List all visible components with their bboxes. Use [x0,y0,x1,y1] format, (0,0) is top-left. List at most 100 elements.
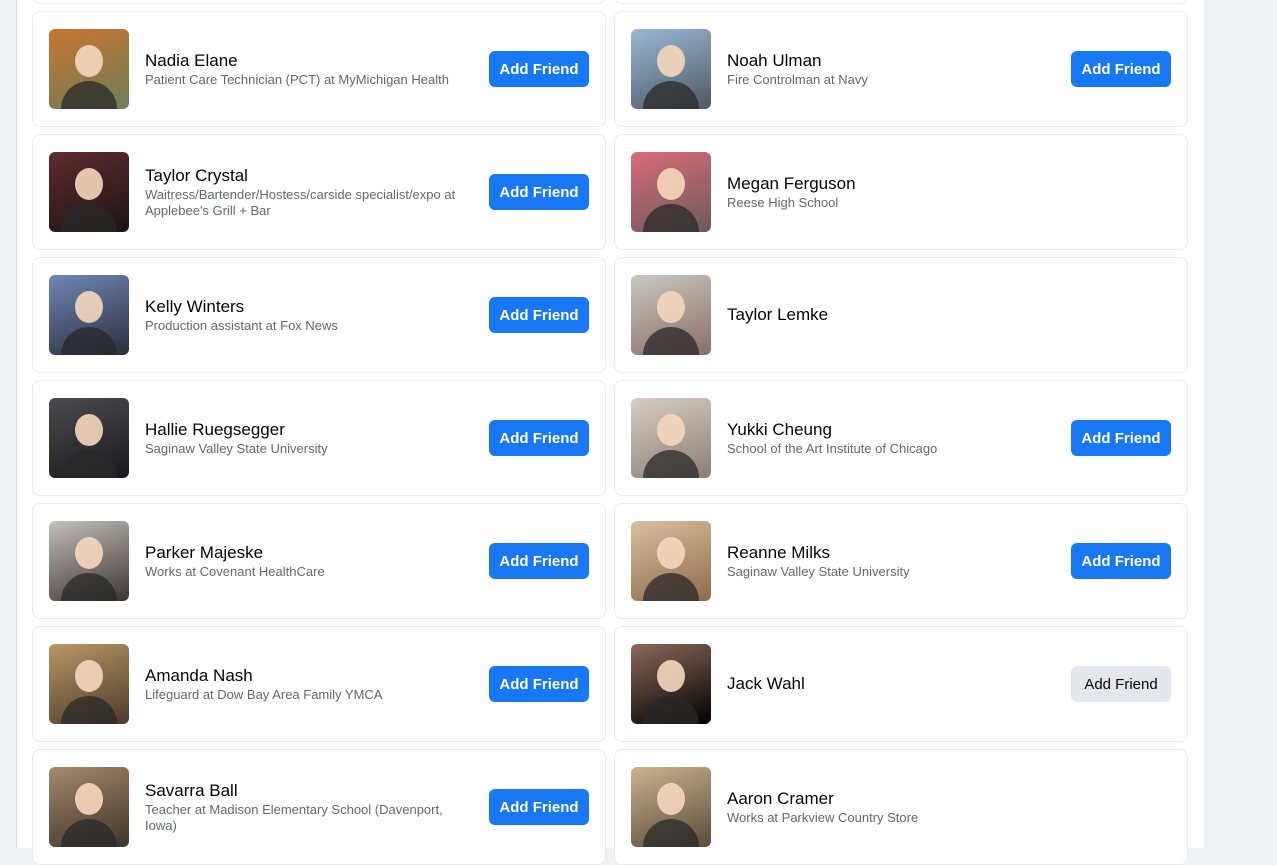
suggestion-info: Kelly Winters Production assistant at Fox… [145,297,473,334]
photo-person-head [657,537,685,569]
friend-suggestion-card: Hallie Ruegsegger Saginaw Valley State Un… [32,380,606,496]
add-friend-button[interactable]: Add Friend [489,174,589,210]
photo-person-body [643,696,699,724]
person-subtitle: Fire Controlman at Navy [727,71,868,87]
photo-person-body [61,327,117,355]
person-name[interactable]: Taylor Crystal [145,166,473,186]
person-name[interactable]: Savarra Ball [145,781,473,801]
friend-suggestion-card: Reanne Milks Saginaw Valley State Univers… [614,503,1188,619]
profile-photo[interactable] [49,398,129,478]
photo-person-head [657,168,685,200]
friend-suggestion-card: Nadia Elane Patient Care Technician (PCT)… [32,11,606,127]
suggestion-info: Taylor Crystal Waitress/Bartender/Hostess… [145,166,473,219]
person-name[interactable]: Parker Majeske [145,543,473,563]
profile-photo[interactable] [49,767,129,847]
friend-suggestion-card: Jack Wahl Add Friend [614,626,1188,742]
suggestion-info: Taylor Lemke [727,305,1055,325]
suggestion-info: Megan Ferguson Reese High School [727,174,1055,211]
photo-person-body [61,573,117,601]
profile-photo[interactable] [631,398,711,478]
person-subtitle: Teacher at Madison Elementary School (Da… [145,801,443,833]
photo-person-head [75,168,103,200]
add-friend-button[interactable]: Add Friend [1071,666,1171,702]
photo-person-head [75,660,103,692]
profile-photo[interactable] [631,275,711,355]
friend-suggestion-card: Megan Ferguson Reese High School [614,134,1188,250]
friend-suggestion-card: Kelly Winters Production assistant at Fox… [32,257,606,373]
profile-photo[interactable] [49,275,129,355]
profile-photo[interactable] [631,767,711,847]
page-gutter [1204,0,1277,848]
profile-photo[interactable] [49,644,129,724]
suggestion-info: Noah Ulman Fire Controlman at Navy [727,51,1055,88]
add-friend-button[interactable]: Add Friend [489,51,589,87]
photo-person-head [75,45,103,77]
person-name[interactable]: Hallie Ruegsegger [145,420,473,440]
person-name[interactable]: Jack Wahl [727,674,1055,694]
photo-person-body [61,450,117,478]
person-subtitle: Reese High School [727,194,839,210]
person-subtitle: Production assistant at Fox News [145,317,338,333]
add-friend-button[interactable]: Add Friend [489,666,589,702]
person-name[interactable]: Aaron Cramer [727,789,1055,809]
friend-suggestion-card [32,0,606,4]
suggestion-info: Savarra Ball Teacher at Madison Elementar… [145,781,473,834]
profile-photo[interactable] [631,644,711,724]
person-subtitle: Saginaw Valley State University [145,440,328,456]
friend-suggestion-card: Noah Ulman Fire Controlman at Navy Add Fri… [614,11,1188,127]
add-friend-button[interactable]: Add Friend [489,297,589,333]
friend-suggestion-card: Yukki Cheung School of the Art Institute … [614,380,1188,496]
friend-suggestion-card: Amanda Nash Lifeguard at Dow Bay Area Fam… [32,626,606,742]
add-friend-button[interactable]: Add Friend [489,420,589,456]
person-subtitle: Works at Parkview Country Store [727,809,919,825]
person-subtitle: Lifeguard at Dow Bay Area Family YMCA [145,686,383,702]
photo-person-body [643,573,699,601]
friend-suggestion-card: Parker Majeske Works at Covenant HealthCa… [32,503,606,619]
person-name[interactable]: Noah Ulman [727,51,1055,71]
photo-person-head [657,291,685,323]
suggestion-info: Reanne Milks Saginaw Valley State Univers… [727,543,1055,580]
person-name[interactable]: Yukki Cheung [727,420,1055,440]
add-friend-button[interactable]: Add Friend [489,543,589,579]
person-name[interactable]: Megan Ferguson [727,174,1055,194]
person-name[interactable]: Taylor Lemke [727,305,1055,325]
suggestion-info: Yukki Cheung School of the Art Institute … [727,420,1055,457]
suggestion-info: Hallie Ruegsegger Saginaw Valley State Un… [145,420,473,457]
photo-person-head [657,45,685,77]
person-name[interactable]: Kelly Winters [145,297,473,317]
photo-person-body [643,327,699,355]
profile-photo[interactable] [49,29,129,109]
photo-person-body [643,204,699,232]
friend-suggestion-card [614,0,1188,4]
add-friend-button[interactable]: Add Friend [1071,420,1171,456]
photo-person-head [657,414,685,446]
friend-suggestions-grid: Nadia Elane Patient Care Technician (PCT)… [32,0,1188,865]
photo-person-body [643,450,699,478]
profile-photo[interactable] [631,152,711,232]
suggestion-info: Parker Majeske Works at Covenant HealthCa… [145,543,473,580]
add-friend-button[interactable]: Add Friend [1071,51,1171,87]
suggestion-info: Nadia Elane Patient Care Technician (PCT)… [145,51,473,88]
person-name[interactable]: Nadia Elane [145,51,473,71]
person-subtitle: Patient Care Technician (PCT) at MyMichi… [145,71,449,87]
person-name[interactable]: Amanda Nash [145,666,473,686]
profile-photo[interactable] [49,521,129,601]
suggestion-info: Amanda Nash Lifeguard at Dow Bay Area Fam… [145,666,473,703]
profile-photo[interactable] [49,152,129,232]
photo-person-body [643,819,699,847]
photo-person-body [61,696,117,724]
add-friend-button[interactable]: Add Friend [489,789,589,825]
photo-person-head [657,783,685,815]
friend-suggestion-card: Taylor Lemke [614,257,1188,373]
profile-photo[interactable] [631,521,711,601]
photo-person-head [75,291,103,323]
person-subtitle: School of the Art Institute of Chicago [727,440,938,456]
photo-person-head [75,414,103,446]
person-name[interactable]: Reanne Milks [727,543,1055,563]
photo-person-head [75,537,103,569]
add-friend-button[interactable]: Add Friend [1071,543,1171,579]
photo-person-body [61,819,117,847]
photo-person-head [75,783,103,815]
photo-person-body [61,204,117,232]
profile-photo[interactable] [631,29,711,109]
